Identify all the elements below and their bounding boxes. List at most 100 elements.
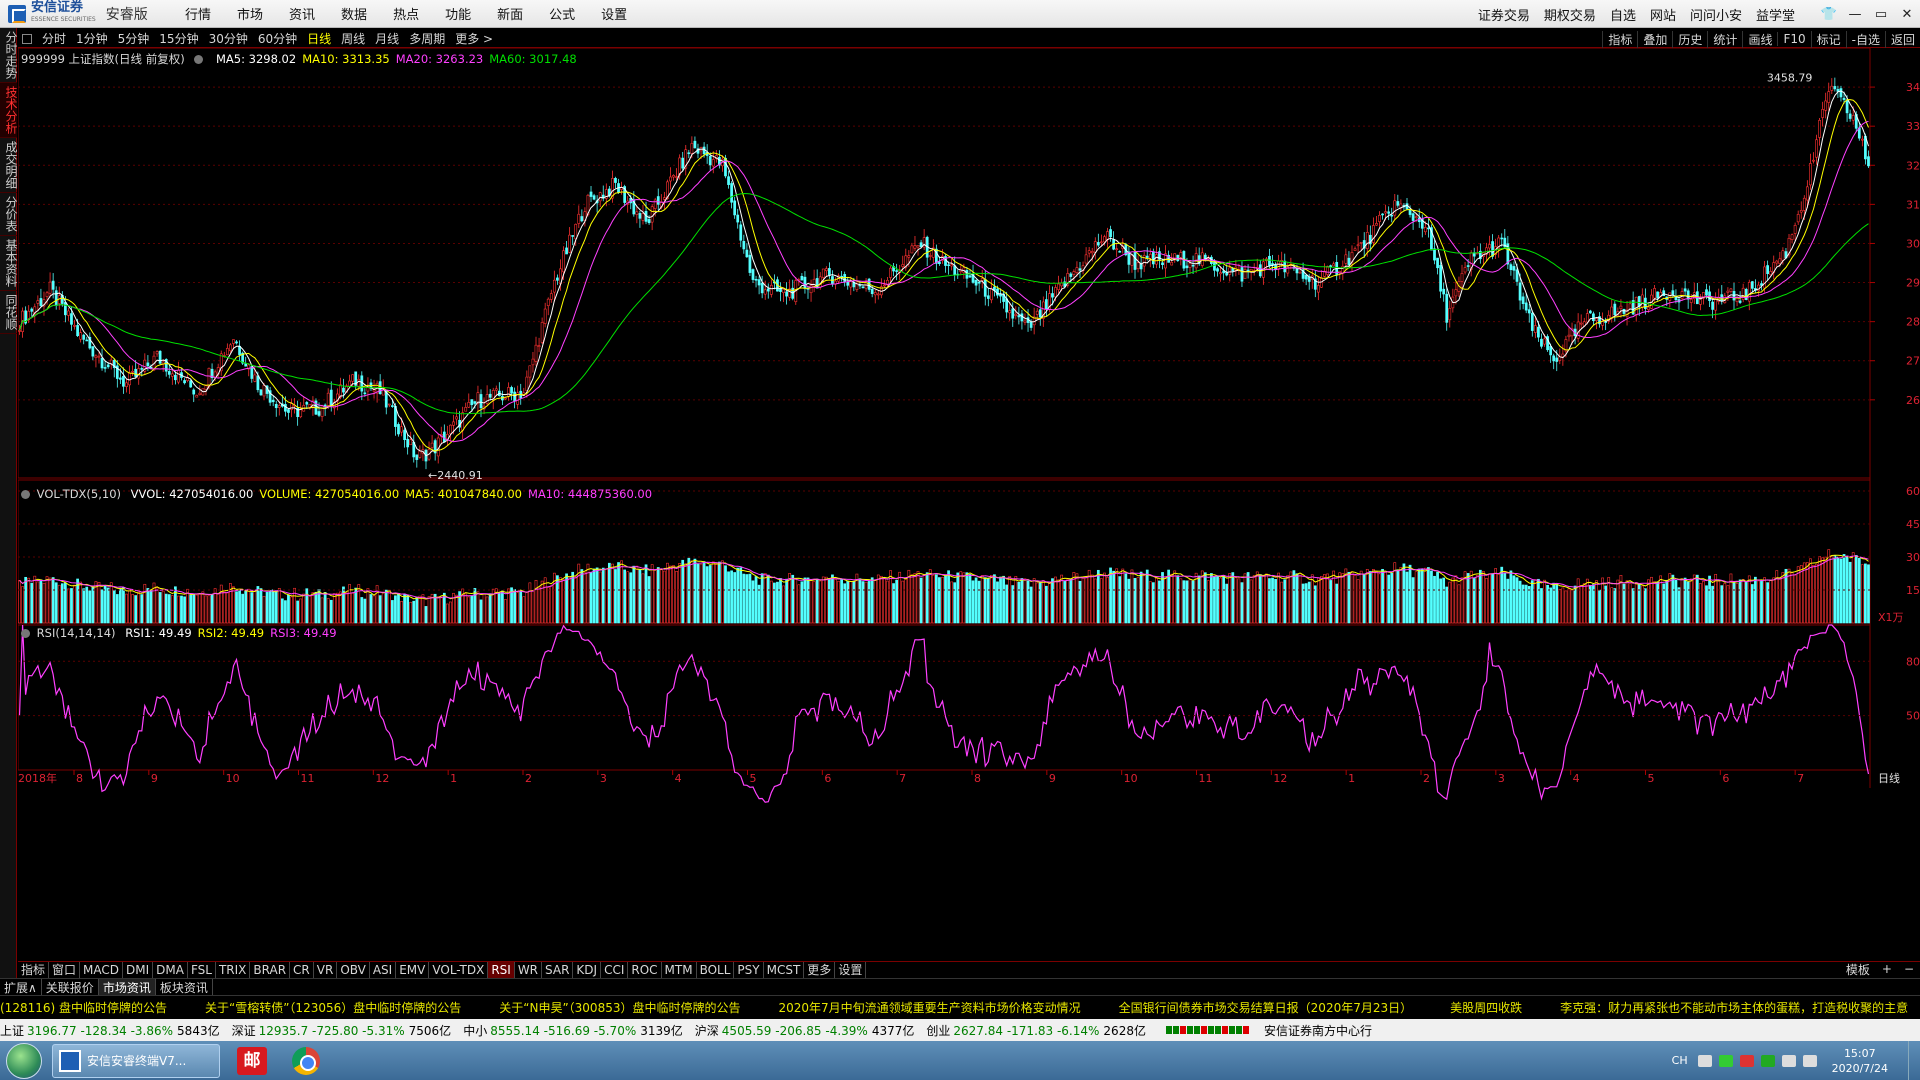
period-2[interactable]: 5分钟 [113,30,155,47]
right-menu-item-1[interactable]: 期权交易 [1537,5,1603,24]
news-item[interactable]: 李克强：财力再紧张也不能动市场主体的蛋糕，打造税收聚的主意 [1560,999,1908,1016]
indicator-tab-7[interactable]: BRAR [250,961,291,978]
indicator-tab-1[interactable]: 窗口 [49,961,81,978]
expand-tab-2[interactable]: 市场资讯 [98,978,156,996]
news-item[interactable]: 关于“雪榕转债”（123056）盘中临时停牌的公告 [205,999,461,1016]
period-6[interactable]: 日线 [302,30,336,47]
left-tab-1[interactable]: 技术分析 [0,83,18,138]
news-item[interactable]: 2020年7月中旬流通领域重要生产资料市场价格变动情况 [778,999,1080,1016]
indicator-tab-9[interactable]: VR [314,961,338,978]
chart-tool-0[interactable]: 指标 [1602,30,1637,48]
period-9[interactable]: 多周期 [404,30,450,47]
expand-tab-1[interactable]: 关联报价 [42,978,99,996]
indicator-tab-5[interactable]: FSL [188,961,216,978]
period-10[interactable]: 更多 > [450,30,498,47]
index-item-1[interactable]: 深证 12935.7 -725.80 -5.31% 7506亿 [232,1022,452,1039]
left-tab-2[interactable]: 成交明细 [0,138,18,193]
menu-item-6[interactable]: 新面 [484,4,536,23]
branch-name[interactable]: 安信证券南方中心行 [1264,1022,1372,1039]
right-menu-item-4[interactable]: 问问小安 [1683,5,1749,24]
menu-item-5[interactable]: 功能 [432,4,484,23]
shirt-icon[interactable]: 👕 [1816,7,1842,22]
chart-tool-4[interactable]: 画线 [1742,30,1777,48]
chart-tool-7[interactable]: -自选 [1845,30,1885,48]
menu-item-7[interactable]: 公式 [536,4,588,23]
wechat-icon[interactable] [1718,1054,1733,1067]
indicator-tab-16[interactable]: SAR [542,961,574,978]
indicator-tab-20[interactable]: MTM [662,961,697,978]
menu-item-4[interactable]: 热点 [380,4,432,23]
period-5[interactable]: 60分钟 [253,30,302,47]
chart-tool-5[interactable]: F10 [1777,32,1810,46]
period-4[interactable]: 30分钟 [204,30,253,47]
volume-settings-dot-icon[interactable] [21,490,30,499]
clock[interactable]: 15:07 2020/7/24 [1832,1046,1888,1076]
settings-dot-icon[interactable] [194,55,204,64]
period-0[interactable]: 分时 [37,30,71,47]
taskbar-app-anxin[interactable]: 安信安睿终端V7... [52,1043,220,1078]
indicator-tab-0[interactable]: 指标 [18,961,50,978]
menu-item-8[interactable]: 设置 [588,4,640,23]
index-item-2[interactable]: 中小 8555.14 -516.69 -5.70% 3139亿 [463,1022,683,1039]
left-tab-5[interactable]: 同花顺 [0,291,18,334]
start-button[interactable] [6,1042,42,1079]
right-menu-item-5[interactable]: 益学堂 [1749,5,1802,24]
period-3[interactable]: 15分钟 [154,30,203,47]
expand-tab-0[interactable]: 扩展∧ [0,978,42,996]
menu-item-1[interactable]: 市场 [224,4,276,23]
tray-app-icon[interactable] [1760,1054,1775,1067]
expand-tab-3[interactable]: 板块资讯 [156,978,213,996]
period-1[interactable]: 1分钟 [71,30,113,47]
indicator-tab-25[interactable]: 设置 [835,961,867,978]
left-tab-4[interactable]: 基本资料 [0,236,18,291]
indicator-right-2[interactable]: − [1898,962,1920,976]
period-8[interactable]: 月线 [370,30,404,47]
chart-tool-3[interactable]: 统计 [1707,30,1742,48]
network-icon[interactable] [1781,1054,1796,1067]
news-item[interactable]: 全国银行间债券市场交易结算日报（2020年7月23日） [1119,999,1412,1016]
flag-icon[interactable] [1739,1054,1754,1067]
close-button[interactable]: ✕ [1894,7,1920,22]
kline-chart[interactable]: 2600270028002900300031003200330034003458… [18,48,1920,961]
indicator-tab-18[interactable]: CCI [601,961,629,978]
chart-tool-6[interactable]: 标记 [1810,30,1846,48]
news-item[interactable]: 关于“N申昊”（300853）盘中临时停牌的公告 [499,999,740,1016]
indicator-tab-10[interactable]: OBV [337,961,370,978]
indicator-tab-8[interactable]: CR [290,961,314,978]
indicator-tab-23[interactable]: MCST [764,961,805,978]
indicator-tab-2[interactable]: MACD [80,961,124,978]
taskbar-app-red[interactable]: 邮 [230,1044,274,1078]
indicator-right-1[interactable]: + [1876,962,1898,976]
taskbar-app-chrome[interactable] [284,1044,328,1078]
indicator-tab-12[interactable]: EMV [396,961,430,978]
index-item-3[interactable]: 沪深 4505.59 -206.85 -4.39% 4377亿 [695,1022,915,1039]
indicator-tab-4[interactable]: DMA [153,961,188,978]
chart-area[interactable]: 2600270028002900300031003200330034003458… [18,48,1920,961]
left-tab-3[interactable]: 分价表 [0,193,18,236]
ime-indicator[interactable]: CH [1672,1054,1688,1067]
right-menu-item-0[interactable]: 证券交易 [1471,5,1537,24]
chart-tool-1[interactable]: 叠加 [1637,30,1672,48]
index-item-4[interactable]: 创业 2627.84 -171.83 -6.14% 2628亿 [926,1022,1146,1039]
period-7[interactable]: 周线 [336,30,370,47]
indicator-tab-14[interactable]: RSI [488,961,515,978]
indicator-right-0[interactable]: 模板 [1840,961,1876,978]
indicator-tab-17[interactable]: KDJ [573,961,602,978]
indicator-tab-15[interactable]: WR [515,961,543,978]
indicator-tab-22[interactable]: PSY [734,961,764,978]
chart-tool-8[interactable]: 返回 [1884,30,1920,48]
keyboard-icon[interactable] [1697,1054,1712,1067]
news-item[interactable]: (128116) 盘中临时停牌的公告 [0,999,167,1016]
left-tab-0[interactable]: 分时走势 [0,28,18,83]
indicator-tab-3[interactable]: DMI [123,961,154,978]
indicator-tab-13[interactable]: VOL-TDX [429,961,489,978]
indicator-tab-11[interactable]: ASI [370,961,397,978]
chart-tool-2[interactable]: 历史 [1672,30,1707,48]
indicator-tab-6[interactable]: TRIX [216,961,251,978]
indicator-tab-21[interactable]: BOLL [697,961,735,978]
restore-button[interactable]: ▭ [1868,7,1894,22]
right-menu-item-2[interactable]: 自选 [1603,5,1643,24]
menu-item-3[interactable]: 数据 [328,4,380,23]
layout-icon[interactable] [22,33,32,44]
minimize-button[interactable]: — [1842,7,1868,22]
